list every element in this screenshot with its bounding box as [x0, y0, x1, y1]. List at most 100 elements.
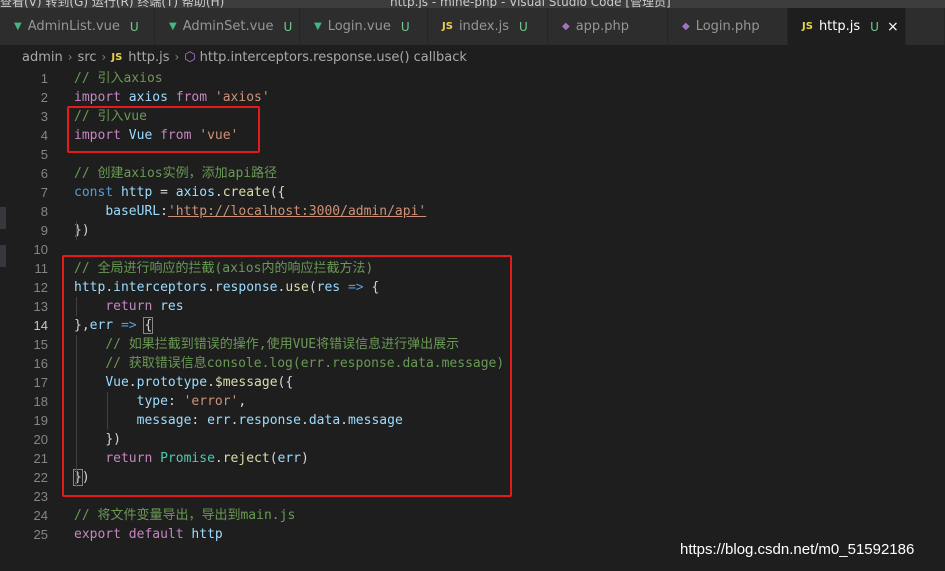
line-number: 15 [33, 337, 48, 352]
code-line: 9}) [0, 221, 945, 240]
left-edge [0, 69, 6, 571]
tab-login-vue[interactable]: ▼ Login.vue U [300, 8, 428, 45]
breadcrumb-src[interactable]: src [78, 50, 97, 65]
tab-login-php[interactable]: ◆ Login.php [668, 8, 788, 45]
untracked-badge: U [400, 19, 410, 34]
line-number: 5 [40, 147, 48, 162]
line-number: 9 [40, 223, 48, 238]
line-number: 14 [33, 318, 48, 333]
annotation-box-vue-import [67, 106, 260, 153]
function-name: create [222, 185, 270, 200]
line-number: 24 [33, 508, 48, 523]
line-number: 20 [33, 432, 48, 447]
punctuation: ({ [269, 185, 286, 200]
watermark: https://blog.csdn.net/m0_51592186 [680, 541, 915, 558]
tab-label: index.js [458, 19, 510, 34]
tab-label: Login.vue [327, 19, 391, 34]
line-number: 21 [33, 451, 48, 466]
tab-overflow[interactable] [906, 8, 945, 45]
cube-icon: ⬡ [184, 49, 196, 65]
line-number: 1 [40, 71, 48, 86]
untracked-badge: U [519, 19, 528, 34]
line-number: 6 [40, 166, 48, 181]
tab-label: Login.php [695, 19, 760, 34]
identifier: http [191, 527, 223, 542]
identifier: axios [128, 90, 168, 105]
punctuation: : [160, 204, 168, 219]
js-file-icon: JS [111, 51, 123, 63]
string: 'axios' [214, 90, 270, 105]
keyword: import [74, 90, 121, 105]
annotation-box-interceptor [62, 255, 512, 497]
property: baseURL [105, 204, 161, 219]
scroll-marker [0, 207, 6, 229]
line-number: 4 [40, 128, 48, 143]
code-line: 2 import axios from 'axios' [0, 88, 945, 107]
tab-adminset-vue[interactable]: ▼ AdminSet.vue U [155, 8, 300, 45]
chevron-right-icon: › [101, 50, 107, 64]
line-number: 22 [33, 470, 48, 485]
keyword: from [175, 90, 208, 105]
indent-guide [76, 221, 77, 240]
line-number: 10 [33, 242, 48, 257]
operator: = [152, 185, 176, 200]
tab-adminlist-vue[interactable]: ▼ AdminList.vue U [0, 8, 155, 45]
code-line: 24 // 将文件变量导出，导出到main.js [0, 506, 945, 525]
js-file-icon: JS [442, 21, 453, 32]
url-string[interactable]: 'http://localhost:3000/admin/api' [168, 204, 426, 219]
line-number: 16 [33, 356, 48, 371]
line-number: 17 [33, 375, 48, 390]
code-line: 8 baseURL:'http://localhost:3000/admin/a… [0, 202, 945, 221]
comment: // 引入axios [74, 71, 163, 86]
identifier: axios [175, 185, 215, 200]
line-number: 12 [33, 280, 48, 295]
tab-label: http.js [818, 19, 861, 34]
line-number: 2 [40, 90, 48, 105]
line-number: 7 [40, 185, 48, 200]
punctuation: . [214, 185, 223, 200]
window-title: http.js - mine-php - Visual Studio Code … [390, 0, 671, 8]
comment: // 将文件变量导出，导出到main.js [74, 508, 296, 523]
line-number: 8 [40, 204, 48, 219]
tab-app-php[interactable]: ◆ app.php [548, 8, 668, 45]
code-line: 1 // 引入axios [0, 69, 945, 88]
line-number: 19 [33, 413, 48, 428]
editor-tab-bar: ▼ AdminList.vue U ▼ AdminSet.vue U ▼ Log… [0, 8, 945, 45]
tab-label: app.php [575, 19, 630, 34]
close-icon[interactable]: × [887, 19, 899, 35]
breadcrumb-admin[interactable]: admin [22, 50, 63, 65]
code-line: 6 // 创建axios实例，添加api路径 [0, 164, 945, 183]
breadcrumb-file[interactable]: http.js [128, 50, 169, 65]
php-elephant-icon: ◆ [682, 21, 690, 32]
tab-http-js[interactable]: JS http.js U × [788, 8, 906, 45]
line-number: 25 [33, 527, 48, 542]
title-bar: 查看(V) 转到(G) 运行(R) 终端(T) 帮助(H) http.js - … [0, 0, 945, 8]
keyword: const [74, 185, 114, 200]
line-number: 11 [34, 261, 49, 276]
line-number: 3 [40, 109, 48, 124]
line-number: 13 [33, 299, 48, 314]
vue-file-icon: ▼ [14, 21, 22, 32]
tab-label: AdminList.vue [27, 19, 120, 34]
breadcrumb: admin › src › JS http.js › ⬡ http.interc… [0, 45, 945, 69]
menu-bar[interactable]: 查看(V) 转到(G) 运行(R) 终端(T) 帮助(H) [0, 0, 224, 8]
untracked-badge: U [129, 19, 139, 34]
vue-file-icon: ▼ [169, 21, 177, 32]
line-number: 18 [33, 394, 48, 409]
tab-label: AdminSet.vue [182, 19, 274, 34]
scroll-marker [0, 245, 6, 267]
vue-file-icon: ▼ [314, 21, 322, 32]
line-number: 23 [33, 489, 48, 504]
code-line: 7 const http = axios.create({ [0, 183, 945, 202]
untracked-badge: U [870, 19, 879, 34]
comment: // 创建axios实例，添加api路径 [74, 166, 278, 181]
untracked-badge: U [283, 19, 293, 34]
chevron-right-icon: › [67, 50, 73, 64]
breadcrumb-symbol[interactable]: http.interceptors.response.use() callbac… [200, 50, 467, 65]
keyword: default [128, 527, 184, 542]
identifier: http [120, 185, 153, 200]
chevron-right-icon: › [174, 50, 180, 64]
tab-index-js[interactable]: JS index.js U [428, 8, 548, 45]
php-elephant-icon: ◆ [562, 21, 570, 32]
js-file-icon: JS [802, 21, 813, 32]
